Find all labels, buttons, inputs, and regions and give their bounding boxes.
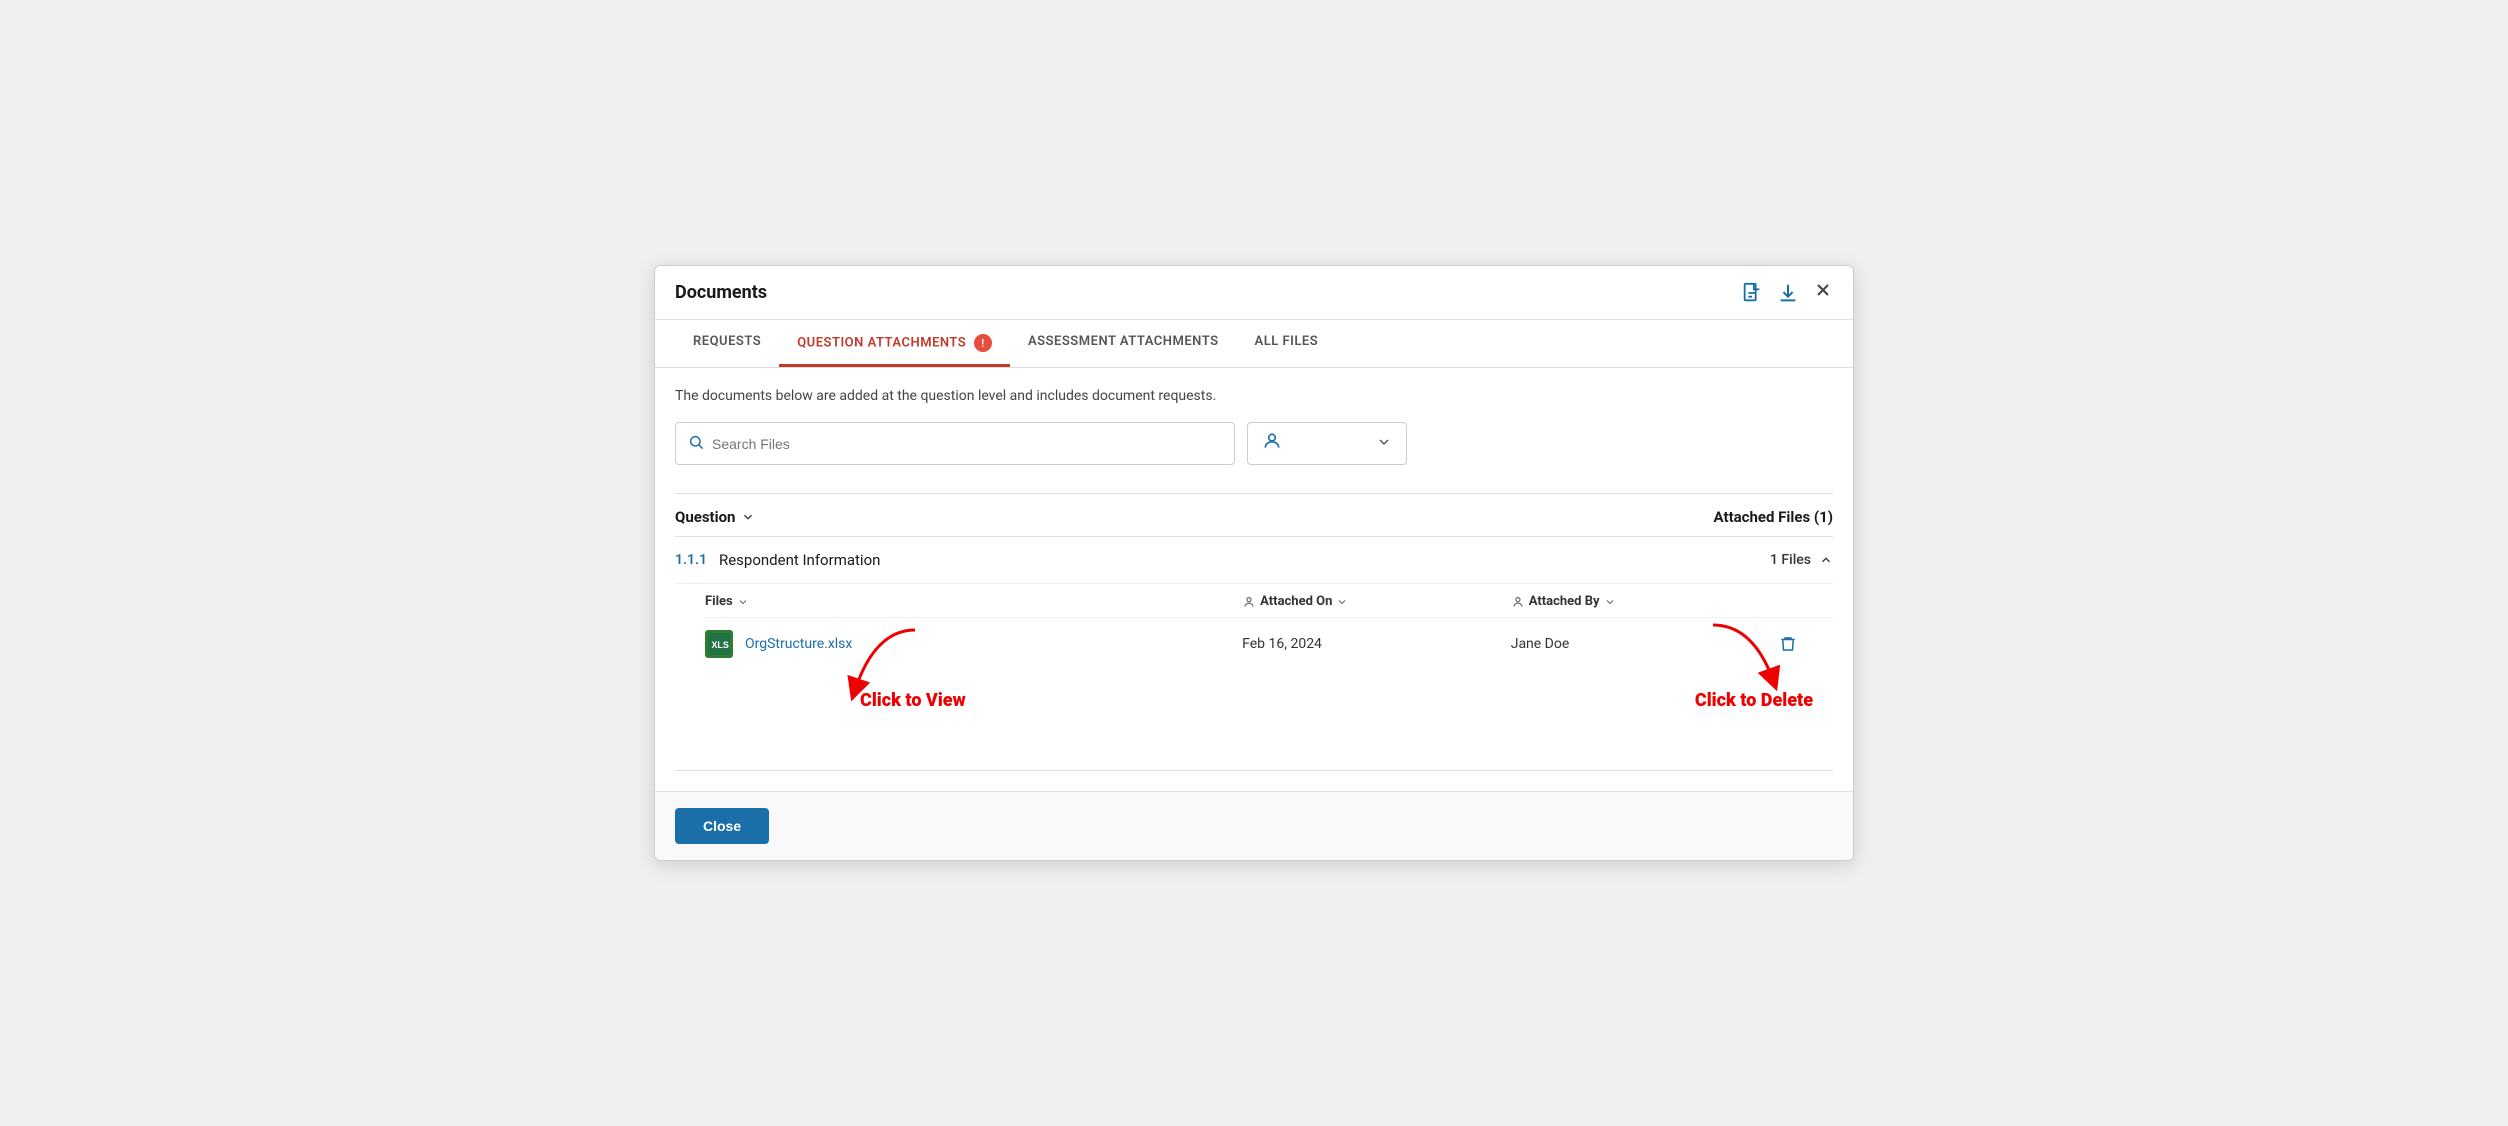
attached-on-cell: Feb 16, 2024 bbox=[1242, 636, 1511, 652]
table-header-row: Question Attached Files (1) bbox=[675, 494, 1833, 537]
table-section: Question Attached Files (1) 1.1.1 Respon… bbox=[675, 493, 1833, 771]
user-dropdown-icon bbox=[1262, 431, 1282, 456]
click-to-view-label: Click to View bbox=[860, 690, 966, 711]
question-right: 1 Files bbox=[1770, 552, 1833, 568]
person2-icon bbox=[1511, 595, 1525, 609]
modal-header: Documents bbox=[655, 266, 1853, 320]
annotations-area: Click to View Click to Delete bbox=[705, 670, 1833, 770]
files-col-header: Files bbox=[705, 594, 1242, 609]
tab-assessment-attachments[interactable]: ASSESSMENT ATTACHMENTS bbox=[1010, 320, 1237, 367]
question-attachments-badge: ! bbox=[974, 334, 992, 352]
attached-on-col-header: Attached On bbox=[1242, 594, 1511, 609]
search-icon bbox=[688, 434, 704, 454]
click-to-delete-label: Click to Delete bbox=[1695, 690, 1813, 711]
files-col-headers: Files Attached On bbox=[705, 584, 1833, 618]
tab-all-files[interactable]: ALL FILES bbox=[1237, 320, 1337, 367]
header-actions bbox=[1741, 280, 1833, 305]
file-col: XLS OrgStructure.xlsx bbox=[705, 630, 1242, 658]
question-row: 1.1.1 Respondent Information 1 Files bbox=[675, 537, 1833, 584]
description-text: The documents below are added at the que… bbox=[675, 388, 1833, 404]
xlsx-icon: XLS bbox=[708, 633, 730, 655]
attached-by-sort-icon bbox=[1604, 596, 1616, 608]
close-icon[interactable] bbox=[1813, 280, 1833, 305]
annotation-wrapper: XLS OrgStructure.xlsx Feb 16, 2024 Jane … bbox=[705, 618, 1833, 770]
search-box[interactable] bbox=[675, 422, 1235, 465]
attached-files-column-header: Attached Files (1) bbox=[1714, 508, 1833, 526]
excel-file-icon: XLS bbox=[705, 630, 733, 658]
download-icon[interactable] bbox=[1777, 282, 1799, 304]
search-input[interactable] bbox=[712, 436, 1222, 452]
svg-text:XLS: XLS bbox=[711, 640, 728, 650]
expand-icon[interactable] bbox=[1819, 553, 1833, 567]
search-row bbox=[675, 422, 1833, 465]
modal-body: The documents below are added at the que… bbox=[655, 368, 1853, 791]
close-button[interactable]: Close bbox=[675, 808, 769, 844]
files-count: 1 Files bbox=[1770, 552, 1811, 568]
modal-title: Documents bbox=[675, 282, 767, 303]
question-text: Respondent Information bbox=[719, 551, 880, 569]
tab-question-attachments[interactable]: QUESTION ATTACHMENTS ! bbox=[779, 320, 1010, 367]
chevron-down-icon bbox=[1376, 434, 1392, 454]
tabs-bar: REQUESTS QUESTION ATTACHMENTS ! ASSESSME… bbox=[655, 320, 1853, 368]
attached-by-col-header: Attached By bbox=[1511, 594, 1780, 609]
modal-footer: Close bbox=[655, 791, 1853, 860]
tab-requests[interactable]: REQUESTS bbox=[675, 320, 779, 367]
files-sub-table: Files Attached On bbox=[675, 584, 1833, 771]
question-number: 1.1.1 bbox=[675, 552, 707, 568]
question-left: 1.1.1 Respondent Information bbox=[675, 551, 880, 569]
files-sort-icon bbox=[737, 596, 749, 608]
question-column-header[interactable]: Question bbox=[675, 508, 755, 526]
person-icon bbox=[1242, 595, 1256, 609]
documents-modal: Documents bbox=[654, 265, 1854, 861]
user-filter-dropdown[interactable] bbox=[1247, 422, 1407, 465]
attached-on-sort-icon bbox=[1336, 596, 1348, 608]
document-icon[interactable] bbox=[1741, 282, 1763, 304]
question-sort-icon bbox=[741, 510, 755, 524]
